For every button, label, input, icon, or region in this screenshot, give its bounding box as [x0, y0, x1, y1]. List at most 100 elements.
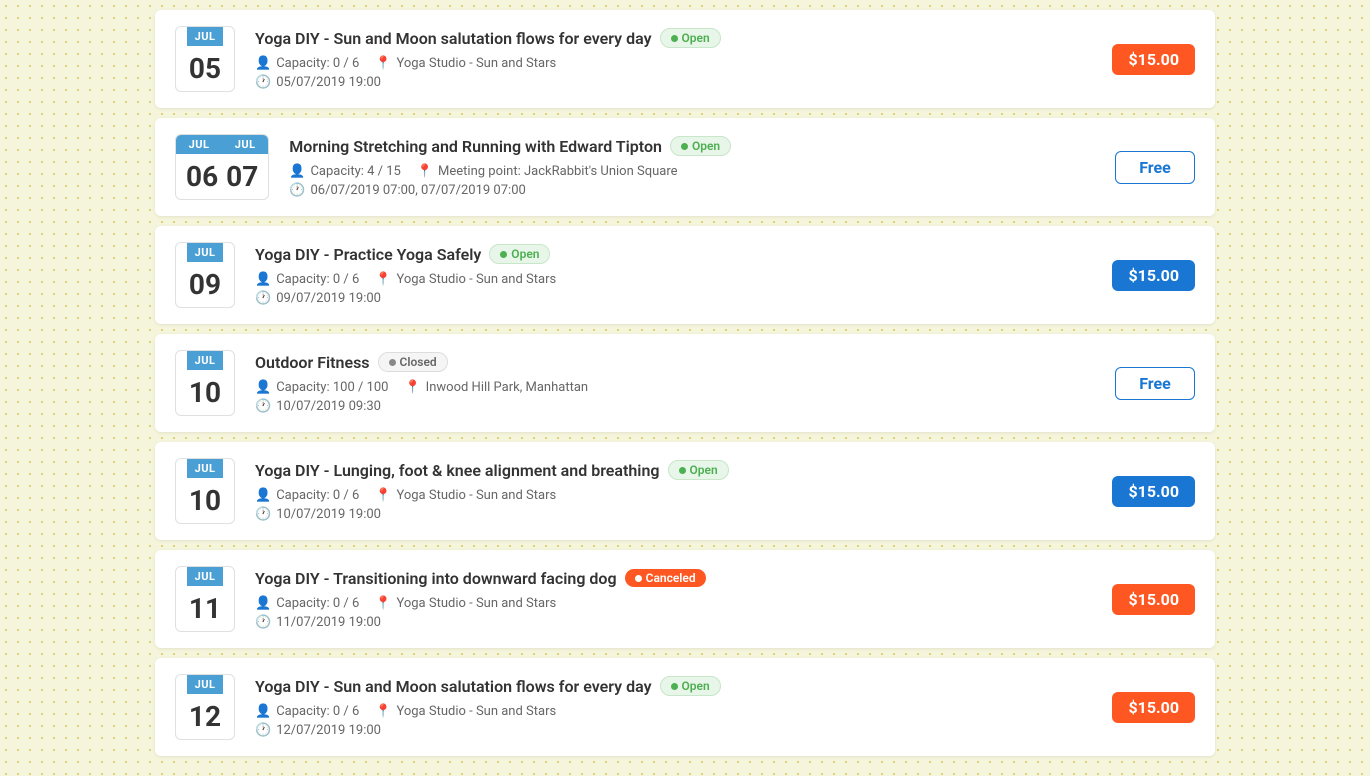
- location-icon: 📍: [375, 56, 391, 71]
- price-badge: $15.00: [1112, 692, 1195, 723]
- location-text: Yoga Studio - Sun and Stars: [396, 56, 556, 71]
- datetime-text: 10/07/2019 09:30: [276, 399, 381, 414]
- location-item: 📍 Yoga Studio - Sun and Stars: [375, 56, 556, 71]
- capacity-text: Capacity: 0 / 6: [276, 56, 359, 71]
- date-day: 10: [177, 478, 233, 523]
- capacity-text: Capacity: 100 / 100: [276, 380, 388, 395]
- date-month2: JUL: [222, 135, 268, 154]
- price-container: Free: [1115, 367, 1195, 400]
- capacity-text: Capacity: 0 / 6: [276, 488, 359, 503]
- event-card[interactable]: JUL 05 Yoga DIY - Sun and Moon salutatio…: [155, 10, 1215, 108]
- event-content: Yoga DIY - Practice Yoga Safely Open 👤 C…: [255, 244, 1092, 306]
- event-title: Yoga DIY - Lunging, foot & knee alignmen…: [255, 461, 660, 480]
- event-title: Yoga DIY - Sun and Moon salutation flows…: [255, 29, 652, 48]
- clock-icon: 🕐: [255, 75, 271, 90]
- event-card[interactable]: JUL 11 Yoga DIY - Transitioning into dow…: [155, 550, 1215, 648]
- event-title: Morning Stretching and Running with Edwa…: [289, 137, 662, 156]
- event-card[interactable]: JUL 10 Outdoor Fitness Closed 👤 Capacity…: [155, 334, 1215, 432]
- event-datetime: 🕐 10/07/2019 19:00: [255, 507, 1092, 522]
- clock-icon: 🕐: [255, 399, 271, 414]
- price-badge: $15.00: [1112, 584, 1195, 615]
- date-badge: JUL 12: [175, 674, 235, 740]
- datetime-text: 06/07/2019 07:00, 07/07/2019 07:00: [310, 183, 525, 198]
- person-icon: 👤: [289, 164, 305, 179]
- date-badge: JUL JUL 06 07: [175, 134, 269, 200]
- capacity-text: Capacity: 4 / 15: [310, 164, 400, 179]
- event-content: Yoga DIY - Transitioning into downward f…: [255, 569, 1092, 630]
- location-icon: 📍: [375, 596, 391, 611]
- location-icon: 📍: [375, 704, 391, 719]
- person-icon: 👤: [255, 596, 271, 611]
- location-item: 📍 Meeting point: JackRabbit's Union Squa…: [417, 164, 678, 179]
- event-title-row: Yoga DIY - Lunging, foot & knee alignmen…: [255, 460, 1092, 480]
- location-text: Yoga Studio - Sun and Stars: [396, 704, 556, 719]
- capacity-text: Capacity: 0 / 6: [276, 596, 359, 611]
- status-badge: Open: [489, 244, 550, 264]
- event-content: Yoga DIY - Sun and Moon salutation flows…: [255, 676, 1092, 738]
- event-datetime: 🕐 05/07/2019 19:00: [255, 75, 1092, 90]
- person-icon: 👤: [255, 380, 271, 395]
- date-month: JUL: [187, 27, 224, 46]
- datetime-text: 10/07/2019 19:00: [276, 507, 381, 522]
- event-card[interactable]: JUL 10 Yoga DIY - Lunging, foot & knee a…: [155, 442, 1215, 540]
- capacity-item: 👤 Capacity: 100 / 100: [255, 380, 388, 395]
- location-text: Yoga Studio - Sun and Stars: [396, 596, 556, 611]
- location-text: Inwood Hill Park, Manhattan: [426, 380, 588, 395]
- location-text: Meeting point: JackRabbit's Union Square: [438, 164, 677, 179]
- location-item: 📍 Yoga Studio - Sun and Stars: [375, 596, 556, 611]
- date-day: 05: [177, 46, 233, 91]
- price-container: $15.00: [1112, 692, 1195, 723]
- event-title-row: Yoga DIY - Sun and Moon salutation flows…: [255, 28, 1092, 48]
- datetime-text: 12/07/2019 19:00: [276, 723, 381, 738]
- location-icon: 📍: [417, 164, 433, 179]
- date-month: JUL: [187, 459, 224, 478]
- clock-icon: 🕐: [289, 183, 305, 198]
- event-title-row: Morning Stretching and Running with Edwa…: [289, 136, 1095, 156]
- price-container: $15.00: [1112, 44, 1195, 75]
- event-meta: 👤 Capacity: 0 / 6 📍 Yoga Studio - Sun an…: [255, 704, 1092, 719]
- person-icon: 👤: [255, 704, 271, 719]
- date-day: 09: [177, 262, 233, 307]
- event-card[interactable]: JUL 09 Yoga DIY - Practice Yoga Safely O…: [155, 226, 1215, 324]
- event-content: Yoga DIY - Lunging, foot & knee alignmen…: [255, 460, 1092, 522]
- date-day: 10: [177, 370, 233, 415]
- event-title-row: Yoga DIY - Practice Yoga Safely Open: [255, 244, 1092, 264]
- price-container: Free: [1115, 151, 1195, 184]
- date-day: 06: [186, 160, 218, 193]
- location-icon: 📍: [375, 272, 391, 287]
- clock-icon: 🕐: [255, 723, 271, 738]
- capacity-item: 👤 Capacity: 0 / 6: [255, 596, 359, 611]
- event-title-row: Yoga DIY - Sun and Moon salutation flows…: [255, 676, 1092, 696]
- price-container: $15.00: [1112, 476, 1195, 507]
- event-content: Yoga DIY - Sun and Moon salutation flows…: [255, 28, 1092, 90]
- person-icon: 👤: [255, 272, 271, 287]
- location-item: 📍 Yoga Studio - Sun and Stars: [375, 272, 556, 287]
- event-card[interactable]: JUL JUL 06 07 Morning Stretching and Run…: [155, 118, 1215, 216]
- price-container: $15.00: [1112, 584, 1195, 615]
- location-icon: 📍: [404, 380, 420, 395]
- event-meta: 👤 Capacity: 0 / 6 📍 Yoga Studio - Sun an…: [255, 272, 1092, 287]
- status-badge: Open: [660, 676, 721, 696]
- event-datetime: 🕐 12/07/2019 19:00: [255, 723, 1092, 738]
- date-badge: JUL 10: [175, 458, 235, 524]
- date-month: JUL: [187, 351, 224, 370]
- capacity-item: 👤 Capacity: 0 / 6: [255, 272, 359, 287]
- event-datetime: 🕐 11/07/2019 19:00: [255, 615, 1092, 630]
- price-container: $15.00: [1112, 260, 1195, 291]
- date-month: JUL: [187, 675, 224, 694]
- price-badge: $15.00: [1112, 260, 1195, 291]
- capacity-item: 👤 Capacity: 0 / 6: [255, 56, 359, 71]
- location-icon: 📍: [375, 488, 391, 503]
- date-day: 12: [177, 694, 233, 739]
- events-list: JUL 05 Yoga DIY - Sun and Moon salutatio…: [135, 0, 1235, 776]
- status-badge: Open: [670, 136, 731, 156]
- price-badge: $15.00: [1112, 476, 1195, 507]
- date-badge: JUL 05: [175, 26, 235, 92]
- price-badge: Free: [1115, 151, 1195, 184]
- datetime-text: 09/07/2019 19:00: [276, 291, 381, 306]
- location-item: 📍 Inwood Hill Park, Manhattan: [404, 380, 588, 395]
- event-title: Yoga DIY - Transitioning into downward f…: [255, 569, 617, 588]
- event-card[interactable]: JUL 12 Yoga DIY - Sun and Moon salutatio…: [155, 658, 1215, 756]
- clock-icon: 🕐: [255, 507, 271, 522]
- event-content: Outdoor Fitness Closed 👤 Capacity: 100 /…: [255, 352, 1095, 414]
